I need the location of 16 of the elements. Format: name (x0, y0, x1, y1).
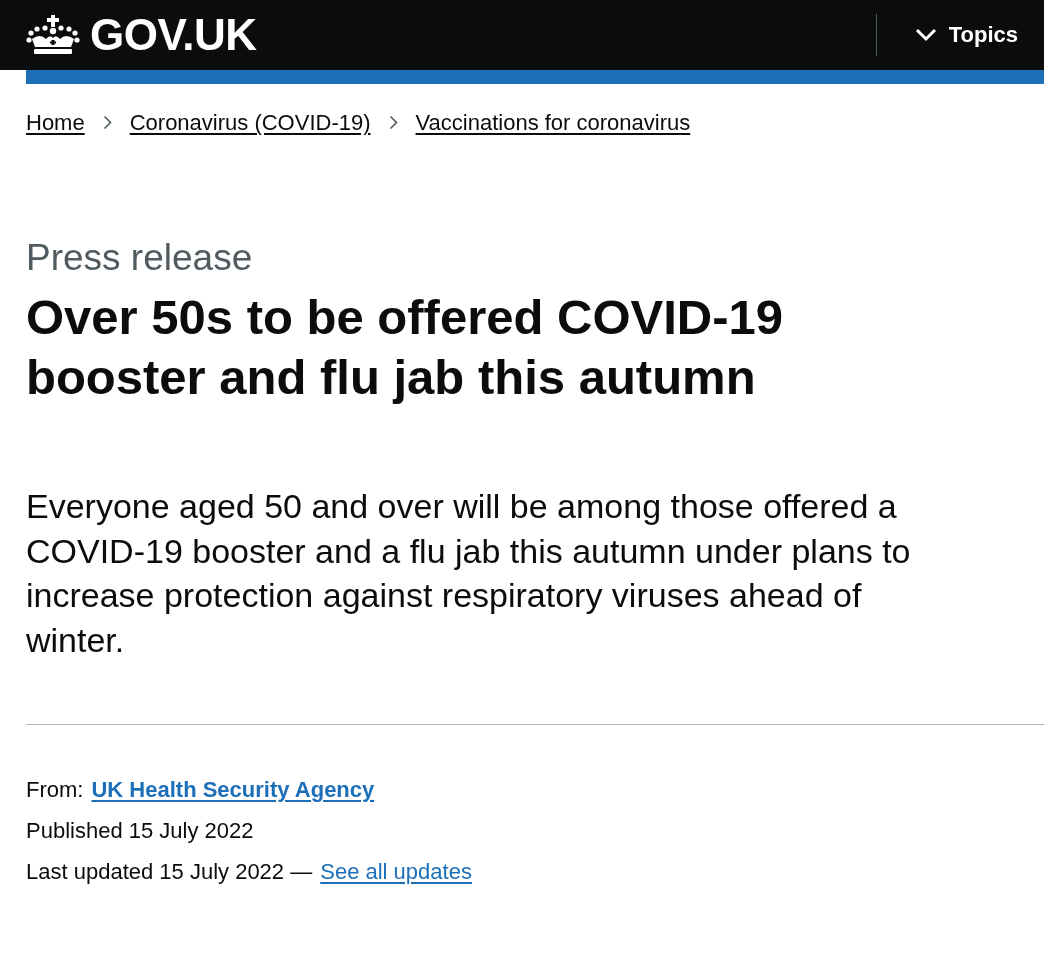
last-updated-date: Last updated 15 July 2022 — (26, 858, 313, 886)
breadcrumb-link[interactable]: Vaccinations for coronavirus (415, 110, 691, 135)
published-date: Published 15 July 2022 (26, 817, 254, 845)
breadcrumb-link[interactable]: Coronavirus (COVID-19) (129, 110, 371, 135)
gov-uk-logo-link[interactable]: GOV.UK (26, 11, 257, 59)
from-label: From: (26, 776, 84, 804)
breadcrumb-link[interactable]: Home (26, 110, 85, 135)
chevron-right-icon (102, 115, 112, 130)
chevron-right-icon (388, 115, 398, 130)
chevron-down-icon (914, 28, 937, 42)
article-type-label: Press release (26, 236, 254, 280)
organisation-link[interactable]: UK Health Security Agency (91, 769, 375, 810)
see-all-updates-link[interactable]: See all updates (320, 851, 472, 892)
article-title: Over 50s to be offered COVID-19 booster and flu jab this autumn (26, 289, 784, 406)
crown-icon (26, 15, 80, 55)
lead-paragraph: Everyone aged 50 and over will be among those offered a COVID-19 booster and a flu jab this autumn under plans to increase protection against respiratory viruses ahead of winter. (26, 486, 912, 661)
